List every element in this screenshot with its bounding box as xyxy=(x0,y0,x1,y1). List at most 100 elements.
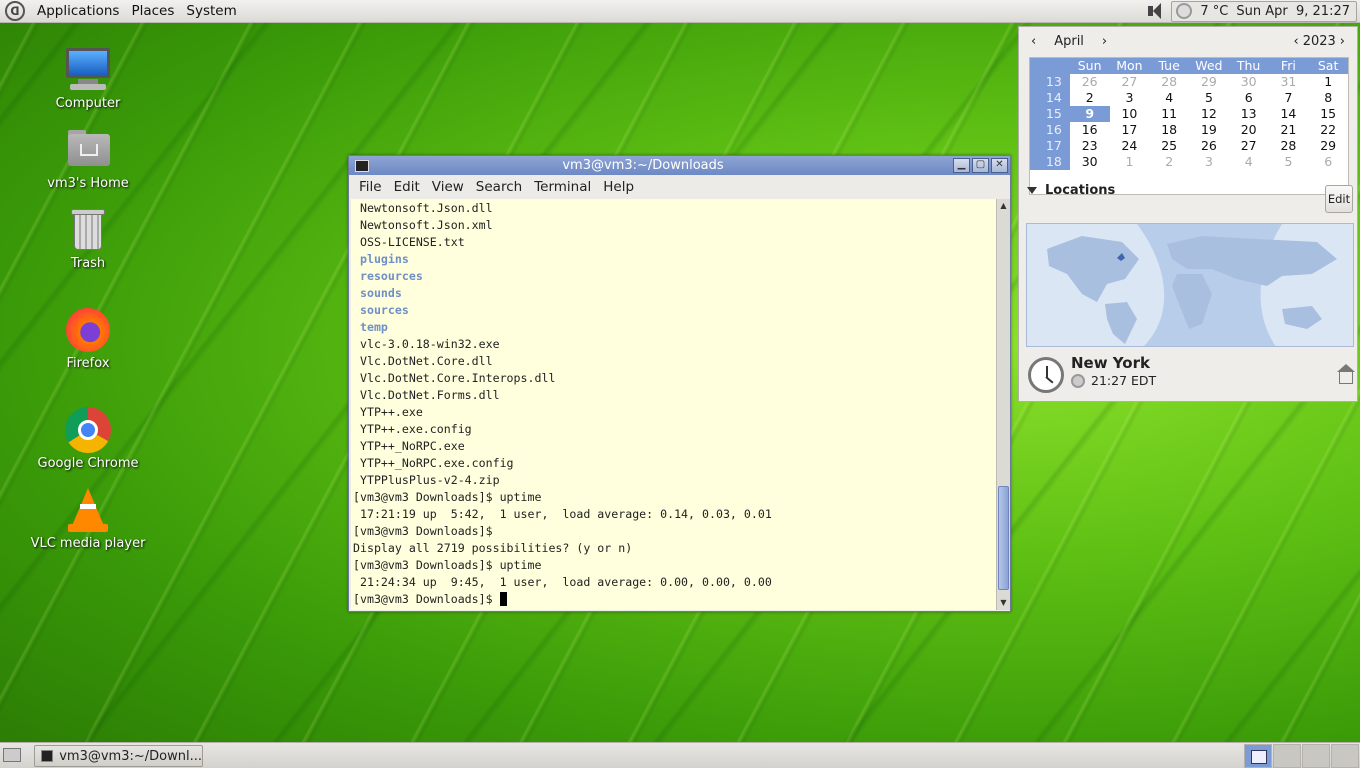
calendar-day[interactable]: 20 xyxy=(1229,122,1269,138)
calendar-day[interactable]: 25 xyxy=(1149,138,1189,154)
calendar-day[interactable]: 11 xyxy=(1149,106,1189,122)
calendar-day[interactable]: 1 xyxy=(1110,154,1150,170)
calendar-day[interactable]: 19 xyxy=(1189,122,1229,138)
calendar-day[interactable]: 14 xyxy=(1269,106,1309,122)
terminal-line: Display all 2719 possibilities? (y or n) xyxy=(353,541,633,555)
scroll-up-icon[interactable]: ▲ xyxy=(997,199,1010,213)
workspace-1[interactable] xyxy=(1244,744,1272,768)
world-map-graphic xyxy=(1027,224,1353,346)
calendar-day[interactable]: 31 xyxy=(1269,74,1309,90)
taskbar-item-terminal[interactable]: vm3@vm3:~/Downl... xyxy=(34,745,203,767)
calendar-day[interactable]: 3 xyxy=(1110,90,1150,106)
calendar-day[interactable]: 12 xyxy=(1189,106,1229,122)
calendar-day[interactable]: 1 xyxy=(1308,74,1348,90)
menu-places[interactable]: Places xyxy=(125,3,180,19)
workspace-2[interactable] xyxy=(1273,744,1301,768)
gnome-foot-icon[interactable]: ᗡ xyxy=(5,1,25,21)
set-home-location-icon[interactable] xyxy=(1337,364,1355,384)
calendar-day[interactable]: 5 xyxy=(1269,154,1309,170)
minimize-button[interactable]: ▁ xyxy=(953,158,970,173)
next-year-icon[interactable]: › xyxy=(1336,34,1349,49)
calendar-day[interactable]: 21 xyxy=(1269,122,1309,138)
menu-applications[interactable]: Applications xyxy=(31,3,125,19)
calendar-day[interactable]: 7 xyxy=(1269,90,1309,106)
calendar-day[interactable]: 16 xyxy=(1070,122,1110,138)
notification-area: 7 °C Sun Apr 9, 21:27 xyxy=(1143,0,1360,23)
calendar-day[interactable]: 4 xyxy=(1229,154,1269,170)
terminal-titlebar[interactable]: vm3@vm3:~/Downloads ▁ ▢ ✕ xyxy=(349,156,1010,175)
location-time-row: 21:27 EDT xyxy=(1071,373,1156,388)
taskbar-item-label: vm3@vm3:~/Downl... xyxy=(59,748,202,764)
edit-locations-button[interactable]: Edit xyxy=(1325,185,1353,213)
calendar-day[interactable]: 4 xyxy=(1149,90,1189,106)
terminal-line: YTP++.exe.config xyxy=(353,422,472,436)
calendar-day-name: Mon xyxy=(1116,58,1143,73)
calendar-day[interactable]: 8 xyxy=(1308,90,1348,106)
calendar-day[interactable]: 17 xyxy=(1110,122,1150,138)
prev-year-icon[interactable]: ‹ xyxy=(1290,34,1303,49)
menu-edit[interactable]: Edit xyxy=(388,179,426,195)
calendar-day[interactable]: 30 xyxy=(1070,154,1110,170)
calendar-day[interactable]: 30 xyxy=(1229,74,1269,90)
scrollbar-thumb[interactable] xyxy=(998,486,1009,590)
location-row-new-york[interactable]: New York 21:27 EDT xyxy=(1027,354,1355,394)
terminal-line: sounds xyxy=(353,286,402,300)
calendar-day[interactable]: 28 xyxy=(1149,74,1189,90)
terminal-output[interactable]: Newtonsoft.Json.dll Newtonsoft.Json.xml … xyxy=(351,199,996,610)
calendar-week-row: 13 26 27 28 29 30 31 1 xyxy=(1030,74,1348,90)
calendar-day[interactable]: 6 xyxy=(1308,154,1348,170)
prev-month-icon[interactable]: ‹ xyxy=(1027,34,1040,49)
next-month-icon[interactable]: › xyxy=(1098,34,1111,49)
terminal-line: YTP++_NoRPC.exe.config xyxy=(353,456,514,470)
menu-search[interactable]: Search xyxy=(470,179,528,195)
calendar-day[interactable]: 24 xyxy=(1110,138,1150,154)
calendar-day[interactable]: 22 xyxy=(1308,122,1348,138)
volume-icon[interactable] xyxy=(1143,2,1165,20)
calendar-day[interactable]: 18 xyxy=(1149,122,1189,138)
menu-view[interactable]: View xyxy=(426,179,470,195)
calendar-day[interactable]: 10 xyxy=(1110,106,1150,122)
desktop-icon-chrome[interactable]: Google Chrome xyxy=(28,406,148,471)
calendar-day[interactable]: 26 xyxy=(1070,74,1110,90)
analog-clock-icon xyxy=(1028,357,1064,393)
desktop-icon-trash[interactable]: Trash xyxy=(28,206,148,271)
menu-help[interactable]: Help xyxy=(597,179,640,195)
workspace-4[interactable] xyxy=(1331,744,1359,768)
calendar-day[interactable]: 23 xyxy=(1070,138,1110,154)
calendar-day-name: Sun xyxy=(1077,58,1102,73)
calendar-day-selected[interactable]: 9 xyxy=(1069,106,1110,122)
show-desktop-icon[interactable] xyxy=(3,748,21,762)
calendar-day[interactable]: 27 xyxy=(1110,74,1150,90)
terminal-scrollbar[interactable]: ▲ ▼ xyxy=(996,199,1010,610)
clock-applet[interactable]: 7 °C Sun Apr 9, 21:27 xyxy=(1171,0,1357,22)
calendar-day[interactable]: 3 xyxy=(1189,154,1229,170)
menu-file[interactable]: File xyxy=(353,179,388,195)
desktop-icon-firefox[interactable]: Firefox xyxy=(28,306,148,371)
terminal-window[interactable]: vm3@vm3:~/Downloads ▁ ▢ ✕ File Edit View… xyxy=(348,155,1011,612)
scroll-down-icon[interactable]: ▼ xyxy=(997,596,1010,610)
menu-system[interactable]: System xyxy=(180,3,242,19)
calendar-day[interactable]: 26 xyxy=(1189,138,1229,154)
terminal-prompt-line[interactable]: [vm3@vm3 Downloads]$ xyxy=(353,591,996,608)
maximize-button[interactable]: ▢ xyxy=(972,158,989,173)
desktop-icon-label: VLC media player xyxy=(30,536,146,551)
terminal-menubar: File Edit View Search Terminal Help xyxy=(349,175,1010,199)
calendar-day[interactable]: 2 xyxy=(1070,90,1110,106)
locations-expander[interactable]: Locations xyxy=(1027,183,1115,198)
calendar-day[interactable]: 29 xyxy=(1308,138,1348,154)
workspace-3[interactable] xyxy=(1302,744,1330,768)
calendar-day[interactable]: 27 xyxy=(1229,138,1269,154)
desktop-icon-home[interactable]: vm3's Home xyxy=(28,126,148,191)
calendar-day[interactable]: 28 xyxy=(1269,138,1309,154)
desktop-icon-vlc[interactable]: VLC media player xyxy=(28,486,148,551)
calendar-day[interactable]: 13 xyxy=(1229,106,1269,122)
menu-terminal[interactable]: Terminal xyxy=(528,179,597,195)
calendar-day[interactable]: 2 xyxy=(1149,154,1189,170)
calendar-day[interactable]: 15 xyxy=(1308,106,1348,122)
calendar-day[interactable]: 5 xyxy=(1189,90,1229,106)
close-button[interactable]: ✕ xyxy=(991,158,1008,173)
weather-icon xyxy=(1071,373,1085,388)
calendar-day[interactable]: 6 xyxy=(1229,90,1269,106)
desktop-icon-computer[interactable]: Computer xyxy=(28,46,148,111)
calendar-day[interactable]: 29 xyxy=(1189,74,1229,90)
